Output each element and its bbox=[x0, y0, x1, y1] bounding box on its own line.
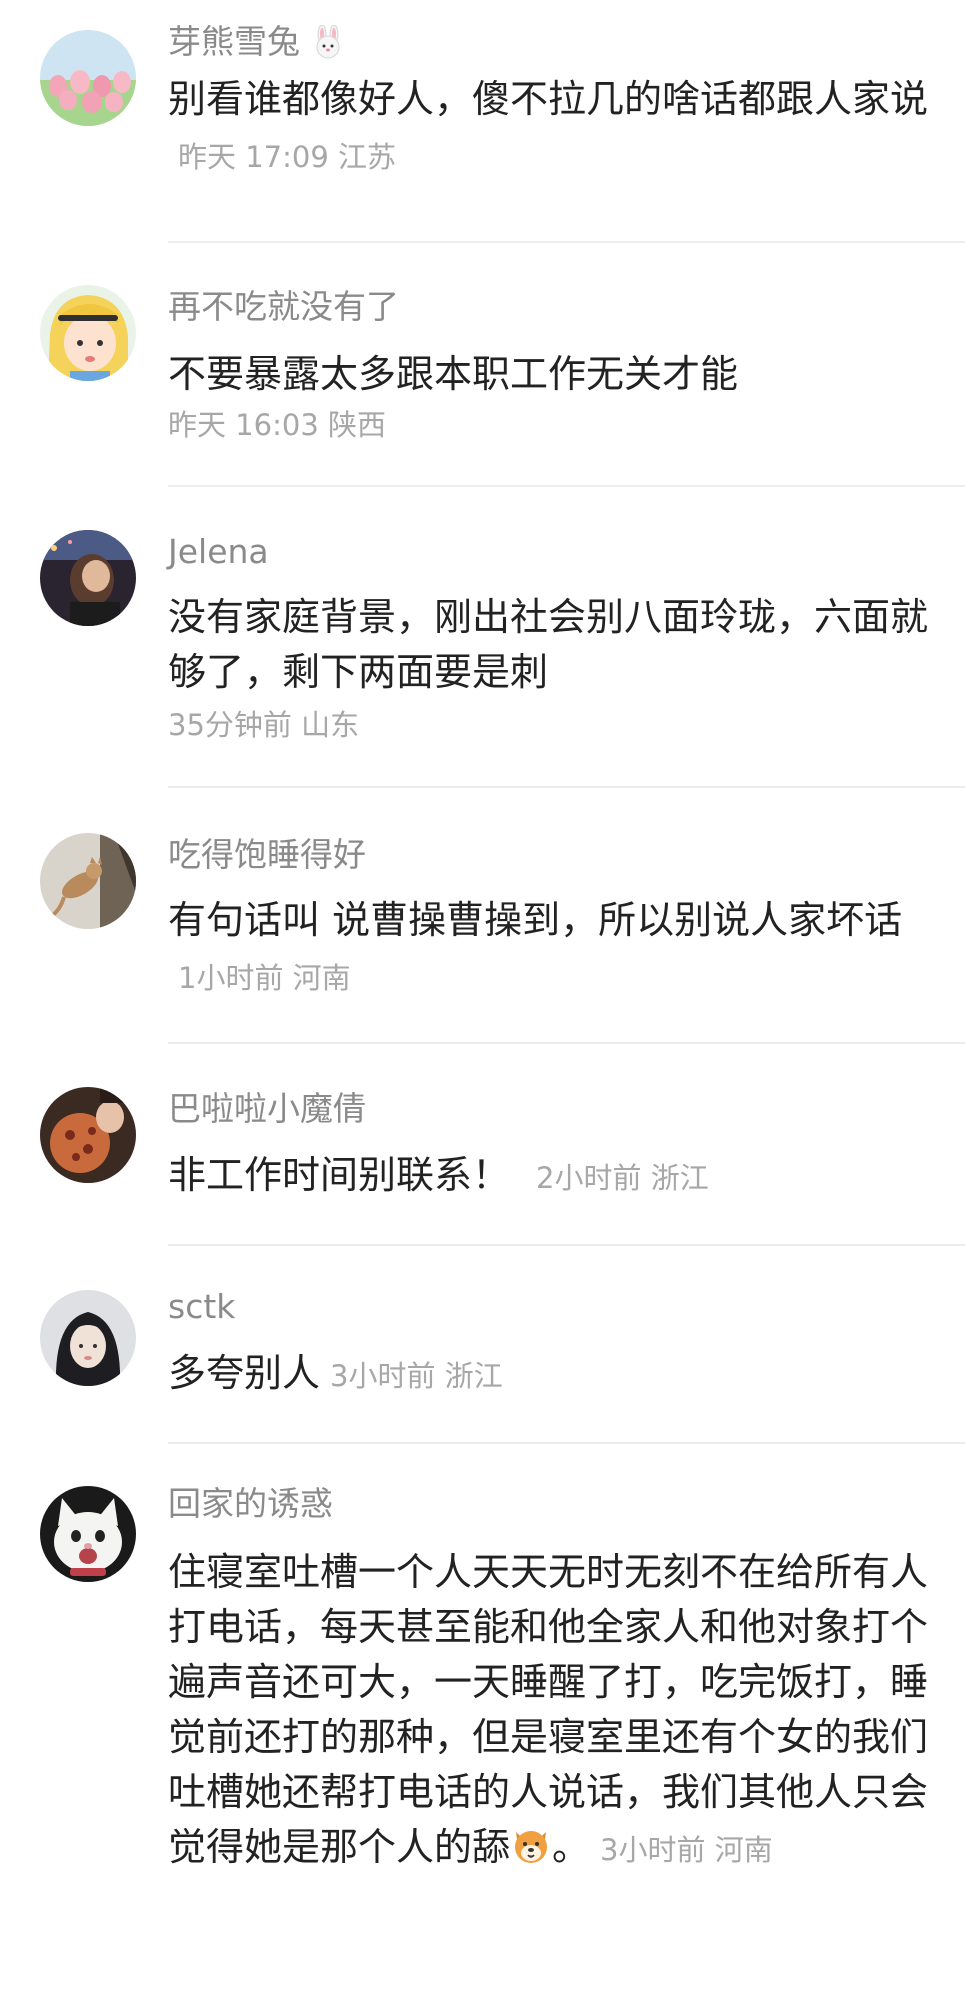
avatar[interactable] bbox=[40, 30, 136, 126]
comment-text: 没有家庭背景，刚出社会别八面玲珑，六面就够了，剩下两面要是刺 bbox=[168, 595, 929, 694]
comment-text: 多夸别人 bbox=[168, 1351, 321, 1395]
comment-time: 1小时前 bbox=[178, 961, 284, 995]
comment-text: 非工作时间别联系！ bbox=[168, 1153, 511, 1197]
username[interactable]: 芽熊雪兔 bbox=[168, 22, 300, 61]
comment-location: 河南 bbox=[292, 961, 351, 995]
rabbit-face-icon bbox=[316, 25, 339, 59]
divider bbox=[168, 786, 965, 788]
username[interactable]: Jelena bbox=[168, 532, 269, 571]
divider bbox=[168, 485, 965, 487]
comment-location: 浙江 bbox=[444, 1359, 503, 1393]
avatar[interactable] bbox=[40, 833, 136, 929]
divider bbox=[168, 241, 965, 243]
cat-photo-icon bbox=[40, 833, 136, 929]
username[interactable]: 巴啦啦小魔倩 bbox=[168, 1089, 366, 1128]
comment-text: 不要暴露太多跟本职工作无关才能 bbox=[168, 352, 739, 396]
username[interactable]: 吃得饱睡得好 bbox=[168, 835, 366, 874]
comment-time: 昨天 16:03 bbox=[168, 408, 319, 442]
comment-time: 35分钟前 bbox=[168, 708, 292, 742]
comment-text: 住寝室吐槽一个人天天无时无刻不在给所有人打电话，每天甚至能和他全家人和他对象打个… bbox=[168, 1550, 929, 1869]
comment-time: 3小时前 bbox=[330, 1359, 436, 1393]
comment-meta: 35分钟前 山东 bbox=[168, 705, 359, 745]
username[interactable]: 回家的诱惑 bbox=[168, 1484, 333, 1523]
comment-text: 有句话叫 说曹操曹操到，所以别说人家坏话 bbox=[168, 898, 903, 942]
comment-location: 江苏 bbox=[338, 140, 397, 174]
comment-location: 陕西 bbox=[328, 408, 387, 442]
avatar[interactable] bbox=[40, 285, 136, 381]
comment-location: 河南 bbox=[714, 1833, 773, 1867]
tulip-field-icon bbox=[40, 30, 136, 126]
avatar[interactable] bbox=[40, 530, 136, 626]
comment-location: 浙江 bbox=[650, 1161, 709, 1195]
avatar[interactable] bbox=[40, 1486, 136, 1582]
comment-time: 3小时前 bbox=[600, 1833, 706, 1867]
comment-location: 山东 bbox=[301, 708, 360, 742]
comment-meta: 昨天 17:09 江苏 bbox=[178, 140, 396, 174]
avatar[interactable] bbox=[40, 1087, 136, 1183]
comment-meta: 2小时前 浙江 bbox=[536, 1161, 709, 1195]
white-cat-icon bbox=[40, 1486, 136, 1582]
comment-time: 2小时前 bbox=[536, 1161, 642, 1195]
comment-meta: 昨天 16:03 陕西 bbox=[168, 405, 386, 445]
girl-portrait-icon bbox=[40, 1290, 136, 1386]
username[interactable]: sctk bbox=[168, 1287, 235, 1326]
avatar[interactable] bbox=[40, 1290, 136, 1386]
dog-face-icon bbox=[515, 1831, 548, 1863]
comment-text: 别看谁都像好人，傻不拉几的啥话都跟人家说 bbox=[168, 77, 929, 121]
comment-time: 昨天 17:09 bbox=[178, 140, 329, 174]
comment-meta: 3小时前 河南 bbox=[600, 1833, 773, 1867]
divider bbox=[168, 1442, 965, 1444]
portrait-photo-icon bbox=[40, 530, 136, 626]
comment-meta: 1小时前 河南 bbox=[178, 961, 351, 995]
food-photo-icon bbox=[40, 1087, 136, 1183]
cartoon-girl-icon bbox=[40, 285, 136, 381]
divider bbox=[168, 1244, 965, 1246]
username[interactable]: 再不吃就没有了 bbox=[168, 287, 399, 326]
comment-text-tail: 。 bbox=[552, 1825, 591, 1869]
comment-meta: 3小时前 浙江 bbox=[330, 1359, 503, 1393]
divider bbox=[168, 1042, 965, 1044]
